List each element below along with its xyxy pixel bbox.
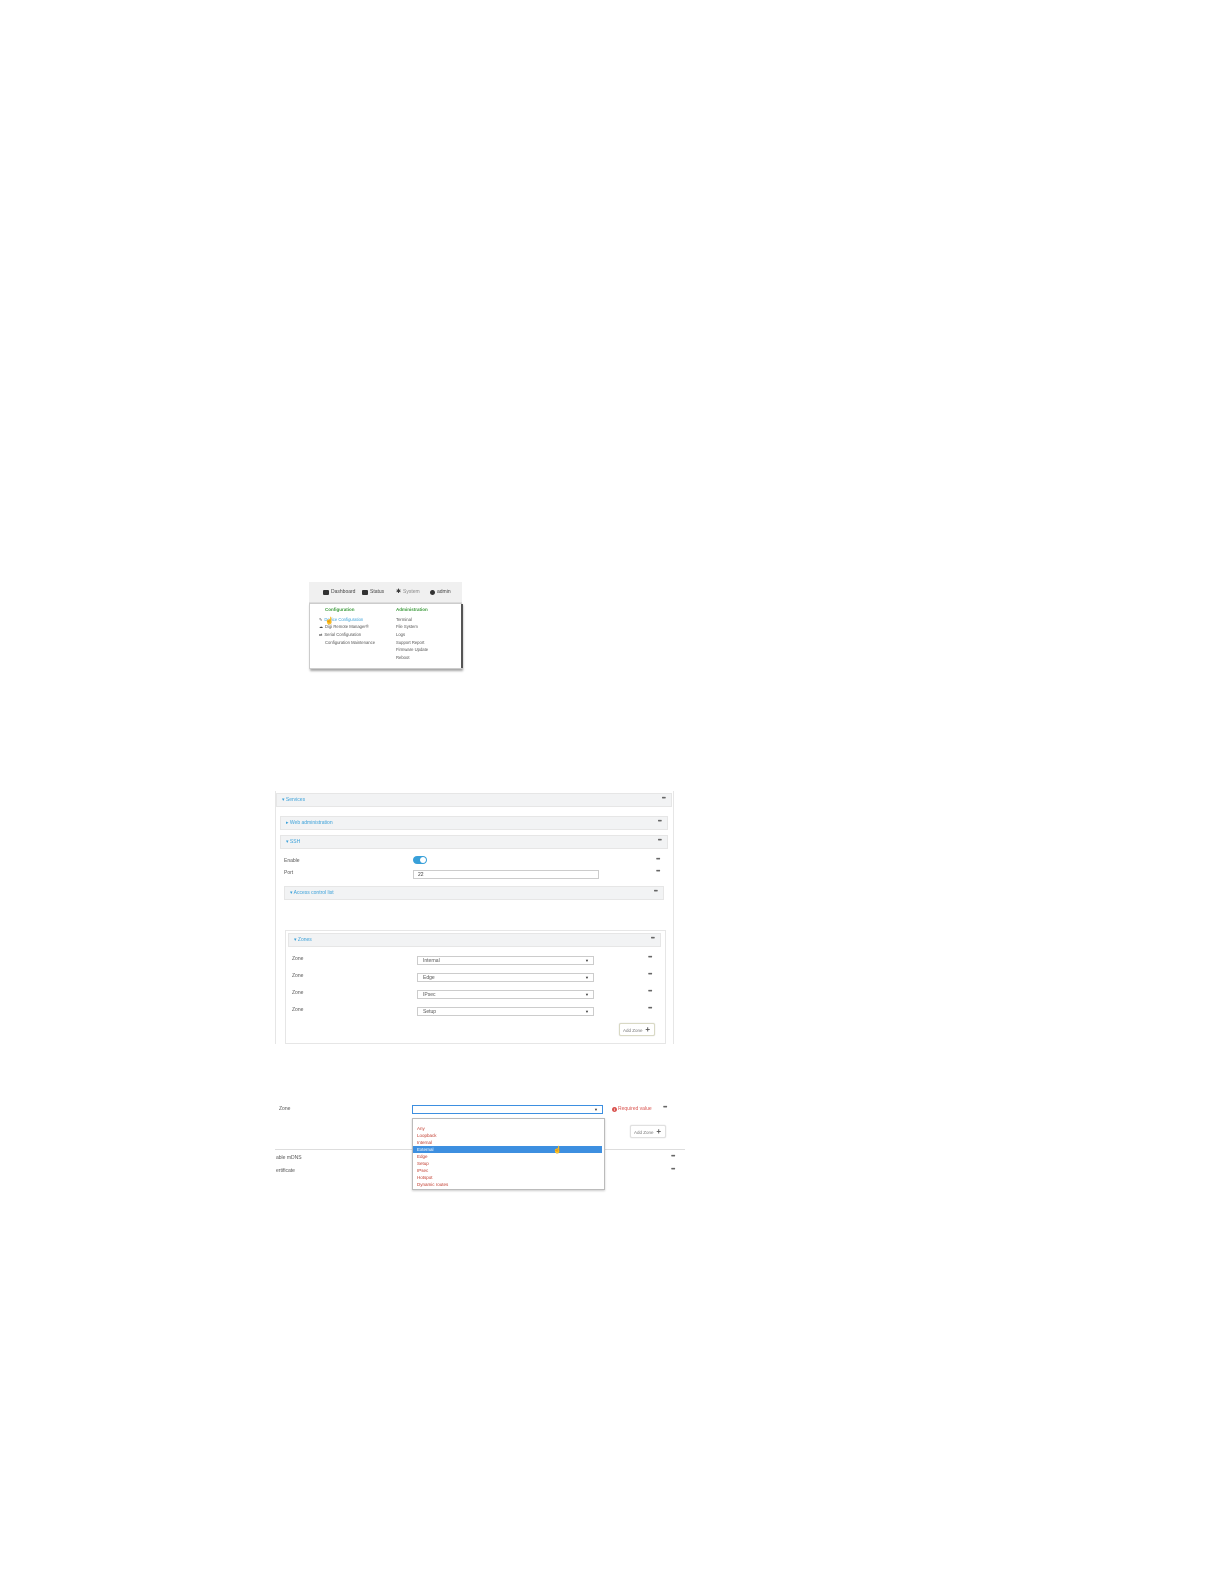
zone-option[interactable]: Any	[413, 1125, 602, 1132]
more-options-icon[interactable]: •••	[648, 972, 652, 978]
more-options-icon[interactable]: •••	[651, 936, 655, 942]
web-admin-section-header[interactable]: ▸ Web administration •••	[280, 816, 668, 830]
mdns-label: able mDNS	[276, 1155, 302, 1161]
more-options-icon[interactable]: •••	[648, 1006, 652, 1012]
menu-support-report[interactable]: Support Report	[396, 640, 424, 645]
zone-select[interactable]: Edge ▼	[417, 973, 594, 982]
zone-dropdown-screenshot: Zone ▼ ! Required value ••• Add Zone + a…	[275, 1100, 685, 1192]
status-grid-icon	[362, 589, 368, 595]
more-options-icon[interactable]: •••	[671, 1167, 675, 1173]
plus-icon: +	[656, 1127, 661, 1136]
zone-label: Zone	[292, 956, 304, 962]
nav-admin[interactable]: admin	[430, 589, 451, 595]
zone-label: Zone	[279, 1106, 291, 1112]
menu-logs[interactable]: Logs	[396, 632, 405, 637]
gear-icon: ✱	[396, 588, 402, 595]
configuration-heading: Configuration	[325, 607, 355, 612]
zones-container	[285, 930, 666, 1044]
zone-option[interactable]: Hotspot	[413, 1174, 602, 1181]
more-options-icon[interactable]: •••	[662, 796, 666, 802]
ssh-title: ▾ SSH	[286, 839, 301, 845]
zone-select[interactable]: Internal ▼	[417, 956, 594, 965]
more-options-icon[interactable]: •••	[648, 955, 652, 961]
acl-section-header[interactable]: ▾ Access control list •••	[284, 886, 664, 900]
enable-label: Enable	[284, 858, 300, 864]
more-options-icon[interactable]: •••	[658, 819, 662, 825]
menu-reboot[interactable]: Reboot	[396, 655, 410, 660]
zone-select[interactable]: Setup ▼	[417, 1007, 594, 1016]
more-options-icon[interactable]: •••	[656, 869, 660, 875]
more-options-icon[interactable]: •••	[671, 1154, 675, 1160]
zone-label: Zone	[292, 1007, 304, 1013]
zone-option[interactable]: Loopback	[413, 1132, 602, 1139]
plus-icon: +	[645, 1025, 650, 1034]
system-dropdown-menu: Configuration Administration ✎ Device Co…	[309, 603, 463, 669]
more-options-icon[interactable]: •••	[663, 1105, 667, 1111]
menu-scroll-edge	[461, 604, 463, 668]
nav-status[interactable]: Status	[362, 589, 384, 595]
more-options-icon[interactable]: •••	[658, 838, 662, 844]
enable-toggle[interactable]	[413, 856, 427, 864]
wrench-icon: ✎	[319, 617, 323, 622]
zone-label: Zone	[292, 990, 304, 996]
zone-select[interactable]: IPsec ▼	[417, 990, 594, 999]
caret-down-icon: ▼	[594, 1107, 598, 1112]
user-icon	[430, 589, 435, 595]
zone-option[interactable]: Edge	[413, 1153, 602, 1160]
certificate-label: ertificate	[276, 1168, 295, 1174]
zone-option[interactable]: Dynamic routes	[413, 1181, 602, 1188]
caret-down-icon: ▼	[585, 1009, 589, 1014]
menu-serial-configuration[interactable]: ⇄ Serial Configuration	[319, 632, 361, 637]
zone-option[interactable]: Setup	[413, 1160, 602, 1167]
services-section-header[interactable]: ▾ Services •••	[276, 793, 672, 807]
nav-dashboard[interactable]: Dashboard	[323, 589, 355, 595]
administration-heading: Administration	[396, 607, 428, 612]
caret-down-icon: ▼	[585, 975, 589, 980]
acl-title: ▾ Access control list	[290, 890, 334, 896]
more-options-icon[interactable]: •••	[654, 889, 658, 895]
cloud-icon: ☁	[319, 624, 323, 629]
nav-system[interactable]: ✱ System	[396, 588, 420, 596]
zones-section-header[interactable]: ▾ Zones •••	[288, 933, 661, 947]
zone-option[interactable]: IPsec	[413, 1167, 602, 1174]
zones-title: ▾ Zones	[294, 937, 312, 943]
admin-menu-screenshot: Dashboard Status ✱ System admin Configur…	[309, 582, 463, 669]
menu-configuration-maintenance[interactable]: Configuration Maintenance	[325, 640, 375, 645]
more-options-icon[interactable]: •••	[656, 857, 660, 863]
error-icon: !	[612, 1106, 617, 1112]
required-value-error: ! Required value	[612, 1106, 652, 1112]
mouse-cursor-icon: ☝	[325, 618, 334, 625]
web-admin-title: ▸ Web administration	[286, 820, 333, 826]
serial-icon: ⇄	[319, 632, 323, 637]
menu-terminal[interactable]: Terminal	[396, 617, 412, 622]
port-label: Port	[284, 870, 294, 876]
port-input[interactable]: 22	[413, 870, 599, 879]
services-config-screenshot: ▾ Services ••• ▸ Web administration ••• …	[275, 791, 674, 1044]
caret-down-icon: ▼	[585, 992, 589, 997]
menu-firmware-update[interactable]: Firmware Update	[396, 647, 428, 652]
top-nav-bar: Dashboard Status ✱ System admin	[309, 582, 462, 603]
more-options-icon[interactable]: •••	[648, 989, 652, 995]
add-zone-button[interactable]: Add Zone +	[619, 1023, 655, 1036]
mouse-cursor-icon: ☝	[553, 1147, 562, 1154]
zone-label: Zone	[292, 973, 304, 979]
zone-option-highlighted[interactable]: External	[413, 1146, 602, 1153]
services-title: ▾ Services	[282, 797, 306, 803]
caret-down-icon: ▼	[585, 958, 589, 963]
dashboard-icon	[323, 589, 329, 595]
zone-options-list: Any Loopback Internal External Edge Setu…	[412, 1118, 605, 1190]
ssh-section-header[interactable]: ▾ SSH •••	[280, 835, 668, 849]
add-zone-button[interactable]: Add Zone +	[630, 1125, 666, 1138]
menu-file-system[interactable]: File System	[396, 624, 418, 629]
zone-select-open[interactable]: ▼	[412, 1105, 603, 1114]
zone-option[interactable]: Internal	[413, 1139, 602, 1146]
